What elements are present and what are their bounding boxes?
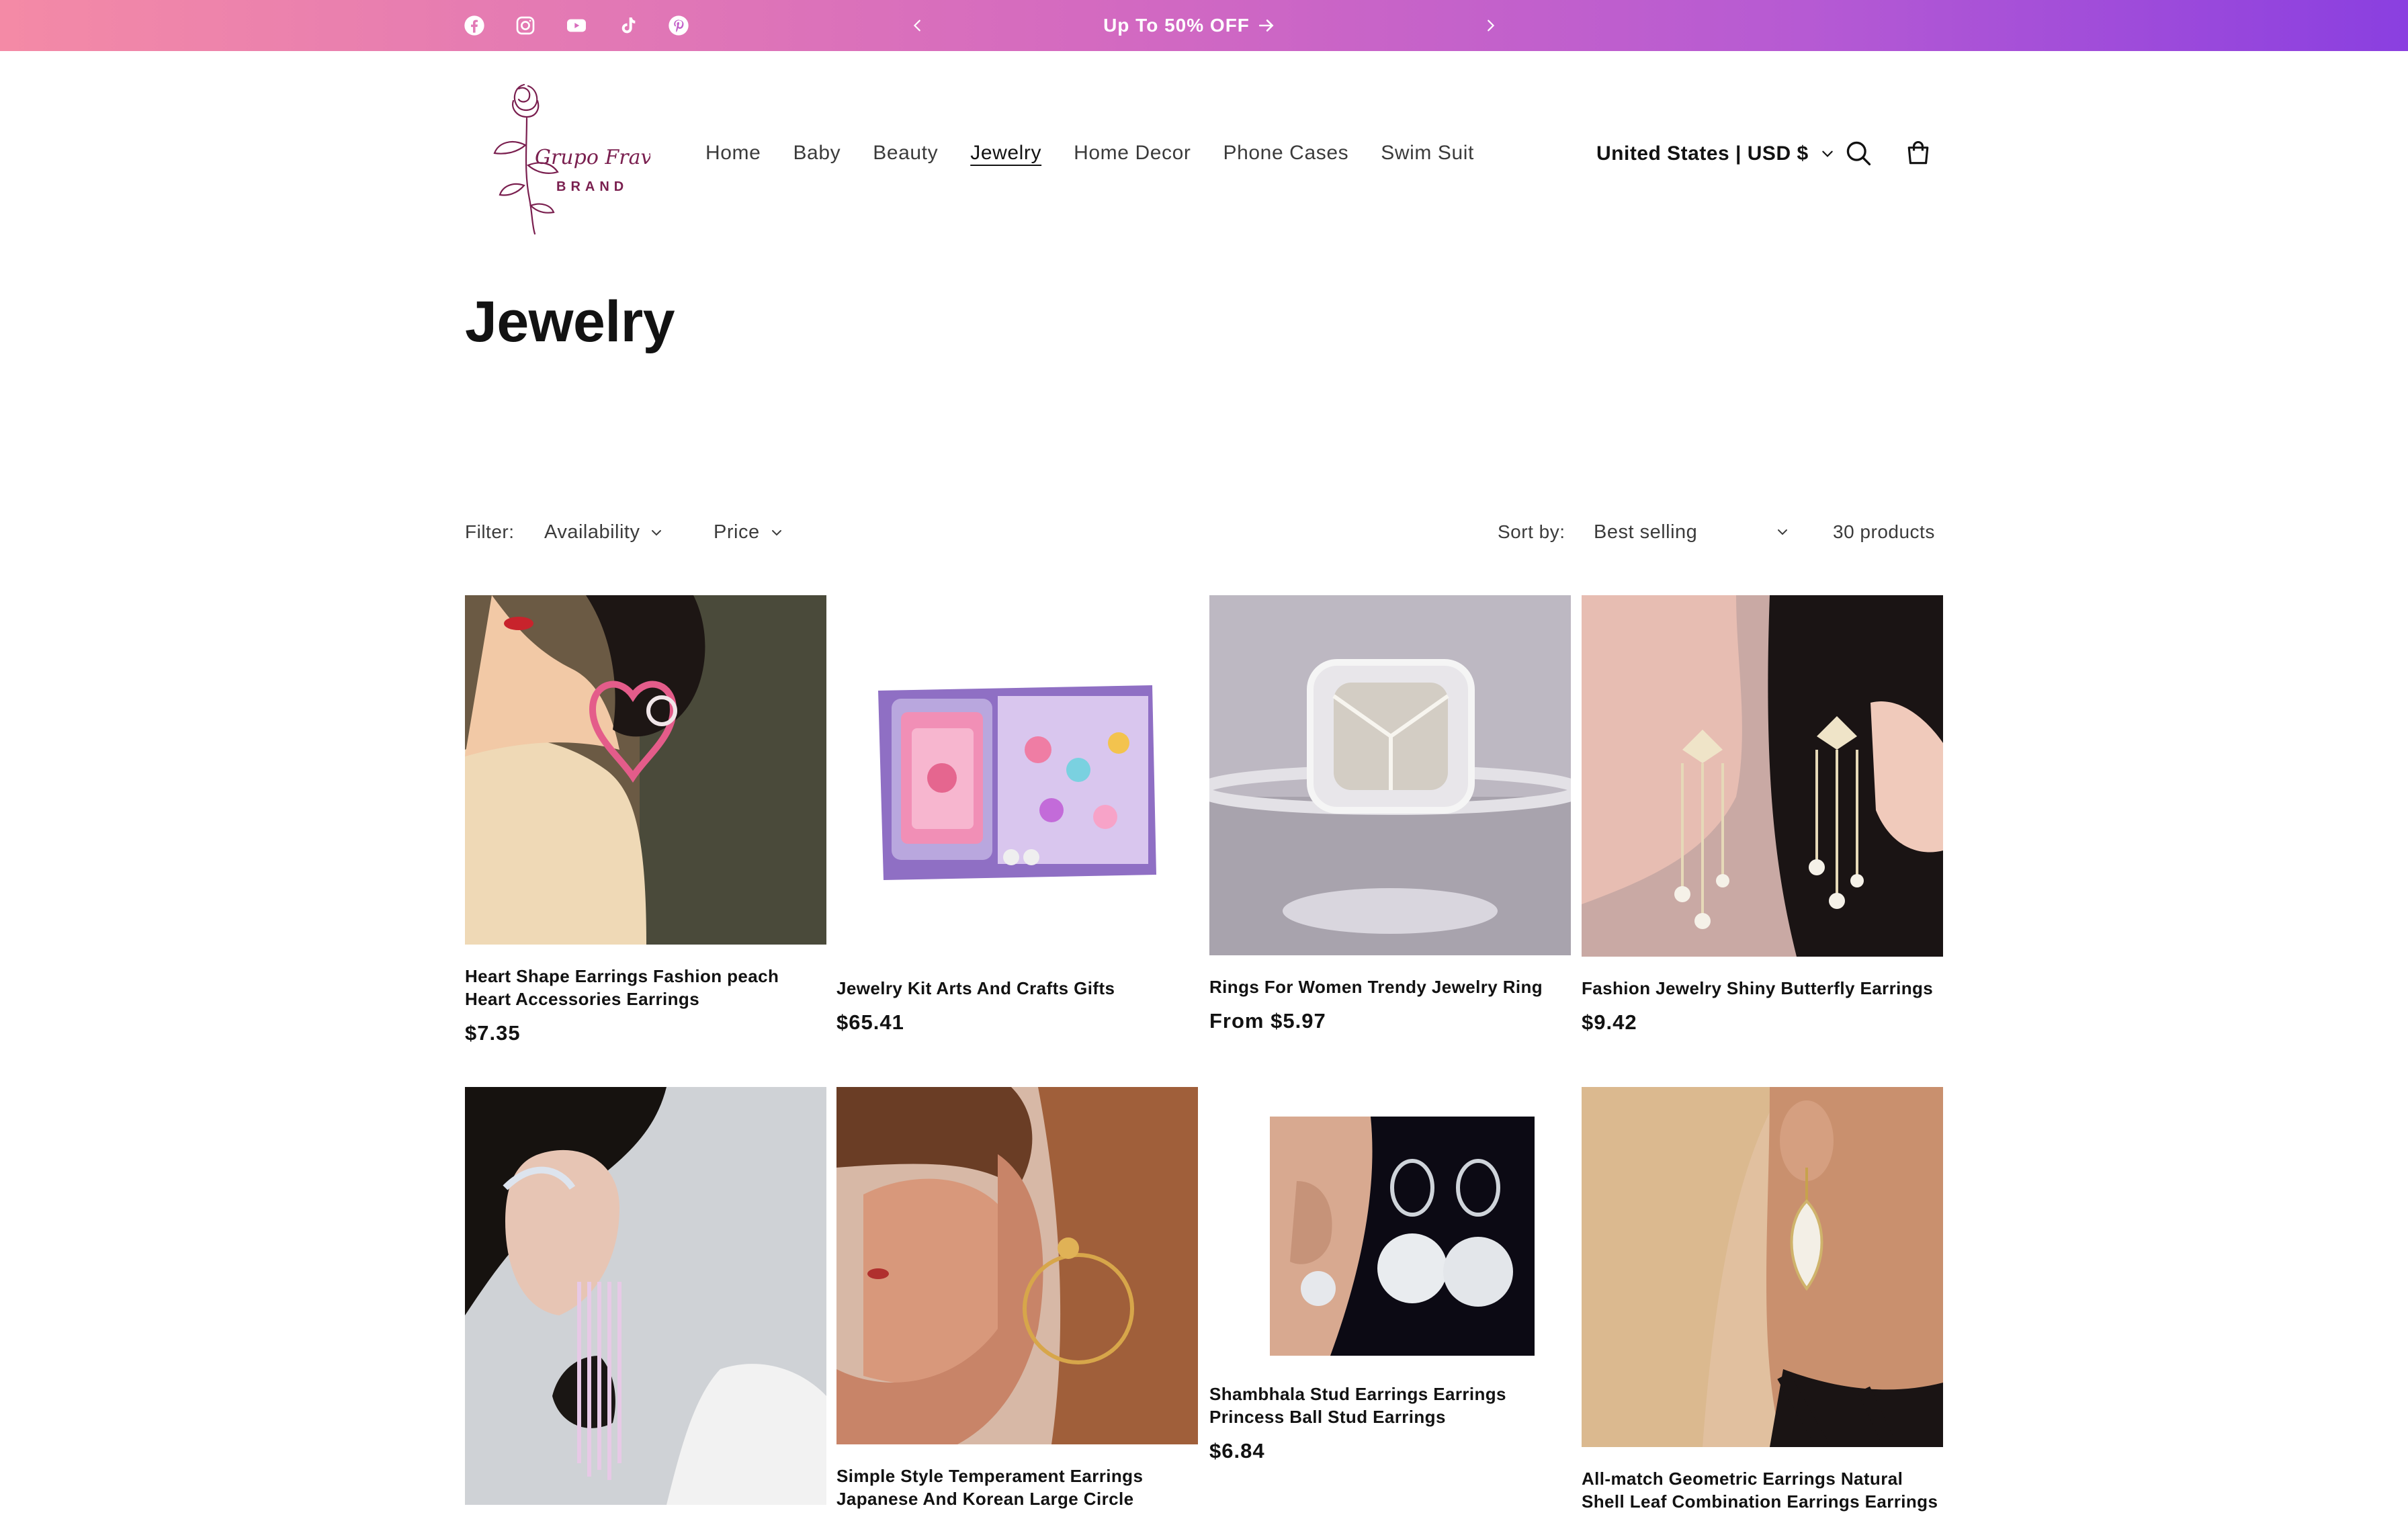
nav-home[interactable]: Home <box>705 142 761 165</box>
sort-label: Sort by: <box>1498 521 1565 542</box>
product-title[interactable]: Fashion Jewelry Shiny Butterfly Earrings <box>1582 977 1943 1000</box>
country-label: United States | USD $ <box>1596 142 1809 165</box>
product-image[interactable] <box>1582 1087 1943 1447</box>
nav-home-decor[interactable]: Home Decor <box>1074 142 1191 165</box>
logo-script: Grupo Fravas <box>535 146 650 169</box>
chevron-down-icon <box>1821 150 1833 157</box>
product-title[interactable]: Jewelry Kit Arts And Crafts Gifts <box>836 977 1198 1000</box>
availability-filter[interactable]: Availability <box>544 521 662 543</box>
page-title: Jewelry <box>465 290 675 354</box>
youtube-icon[interactable] <box>563 12 590 39</box>
product-card[interactable]: All-match Geometric Earrings Natural She… <box>1582 1087 1943 1524</box>
product-image[interactable] <box>1209 1087 1571 1362</box>
instagram-icon[interactable] <box>512 12 539 39</box>
product-title[interactable]: Simple Style Temperament Earrings Japane… <box>836 1465 1198 1510</box>
product-card[interactable]: Jewelry Kit Arts And Crafts Gifts $65.41 <box>836 595 1198 1035</box>
announcement-link[interactable]: Up To 50% OFF <box>1055 9 1324 42</box>
logo-brand: BRAND <box>556 179 628 194</box>
search-icon[interactable] <box>1842 136 1875 170</box>
product-image[interactable] <box>1209 595 1571 955</box>
product-price: $65.41 <box>836 1010 904 1034</box>
product-price: $9.42 <box>1582 1010 1637 1034</box>
nav-beauty[interactable]: Beauty <box>873 142 938 165</box>
product-image[interactable] <box>836 595 1198 957</box>
arrow-right-icon <box>1258 19 1274 32</box>
country-selector[interactable]: United States | USD $ <box>1596 138 1834 169</box>
product-card[interactable]: Heart Shape Earrings Fashion peach Heart… <box>465 595 826 1045</box>
nav-jewelry[interactable]: Jewelry <box>970 142 1041 165</box>
price-label: Price <box>714 521 760 543</box>
product-price: From $5.97 <box>1209 1009 1326 1033</box>
chevron-down-icon <box>652 529 662 535</box>
product-title[interactable]: Heart Shape Earrings Fashion peach Heart… <box>465 965 826 1010</box>
filter-label: Filter: <box>465 521 515 542</box>
tiktok-icon[interactable] <box>614 12 641 39</box>
product-count: 30 products <box>1833 521 1935 542</box>
previous-announcement-icon[interactable] <box>904 12 931 39</box>
product-card[interactable]: Shambhala Stud Earrings Earrings Princes… <box>1209 1087 1571 1463</box>
product-title[interactable]: Shambhala Stud Earrings Earrings Princes… <box>1209 1383 1571 1428</box>
product-image[interactable] <box>836 1087 1198 1444</box>
facebook-icon[interactable] <box>461 12 488 39</box>
product-card[interactable]: Simple Style Temperament Earrings Japane… <box>836 1087 1198 1521</box>
nav-swim-suit[interactable]: Swim Suit <box>1381 142 1474 165</box>
nav-phone-cases[interactable]: Phone Cases <box>1223 142 1349 165</box>
nav-baby[interactable]: Baby <box>793 142 841 165</box>
sort-value: Best selling <box>1594 521 1698 543</box>
product-card[interactable]: Fashion Jewelry Shiny Butterfly Earrings… <box>1582 595 1943 1035</box>
product-card[interactable] <box>465 1087 826 1525</box>
sort-select[interactable]: Best selling <box>1594 517 1789 547</box>
availability-label: Availability <box>544 521 640 543</box>
brand-logo[interactable]: Grupo Fravas BRAND <box>465 71 675 236</box>
next-announcement-icon[interactable] <box>1477 12 1504 39</box>
product-image[interactable] <box>1582 595 1943 957</box>
announcement-text: Up To 50% OFF <box>1103 15 1250 36</box>
price-filter[interactable]: Price <box>714 521 783 543</box>
announcement-bar: Up To 50% OFF <box>0 0 2408 51</box>
pinterest-icon[interactable] <box>665 12 692 39</box>
product-image[interactable] <box>465 595 826 945</box>
product-image[interactable] <box>465 1087 826 1505</box>
product-title[interactable]: All-match Geometric Earrings Natural She… <box>1582 1467 1943 1513</box>
cart-icon[interactable] <box>1901 136 1935 170</box>
product-title[interactable]: Rings For Women Trendy Jewelry Ring <box>1209 975 1571 998</box>
main-nav: Home Baby Beauty Jewelry Home Decor Phon… <box>705 138 1474 169</box>
product-price: $6.84 <box>1209 1439 1265 1463</box>
chevron-down-icon <box>771 529 781 535</box>
chevron-down-icon <box>1778 529 1787 535</box>
product-card[interactable]: Rings For Women Trendy Jewelry Ring From… <box>1209 595 1571 1033</box>
product-price: $7.35 <box>465 1021 521 1045</box>
